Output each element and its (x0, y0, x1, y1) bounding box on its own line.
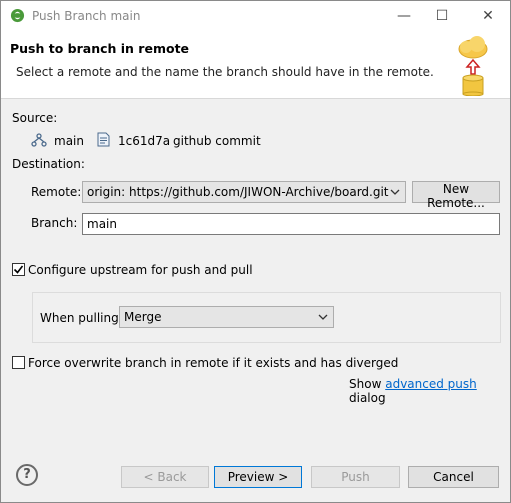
advanced-push-suffix: dialog (349, 391, 386, 405)
force-overwrite-checkbox[interactable] (12, 356, 25, 369)
cancel-button[interactable]: Cancel (408, 466, 499, 488)
commit-id: 1c61d7a (118, 134, 171, 148)
help-icon[interactable]: ? (16, 464, 38, 486)
commit-message: github commit (173, 134, 261, 148)
checkmark-icon (13, 265, 24, 274)
eclipse-icon (10, 8, 25, 23)
minimize-button[interactable]: — (393, 7, 415, 25)
when-pulling-label: When pulling: (40, 311, 123, 325)
configure-upstream-label: Configure upstream for push and pull (28, 263, 253, 277)
branch-label: Branch: (31, 216, 78, 230)
wizard-header: Push to branch in remote Select a remote… (1, 31, 510, 99)
cloud-push-icon (458, 36, 488, 96)
push-branch-dialog: Push Branch main — ☐ ✕ Push to branch in… (0, 0, 511, 503)
remote-select-value: origin: https://github.com/JIWON-Archive… (87, 185, 389, 199)
source-branch: main (54, 134, 84, 148)
window-title: Push Branch main (32, 9, 141, 23)
maximize-button[interactable]: ☐ (431, 7, 453, 25)
preview-button[interactable]: Preview > (214, 466, 302, 488)
page-description: Select a remote and the name the branch … (16, 65, 434, 79)
remote-select[interactable]: origin: https://github.com/JIWON-Archive… (82, 181, 406, 203)
destination-label: Destination: (12, 157, 85, 171)
source-label: Source: (12, 111, 58, 125)
new-remote-button[interactable]: New Remote... (412, 181, 500, 210)
push-button[interactable]: Push (311, 466, 400, 488)
force-overwrite-label: Force overwrite branch in remote if it e… (28, 356, 399, 370)
branch-icon (31, 133, 47, 147)
branch-input[interactable]: main (82, 213, 500, 235)
back-button[interactable]: < Back (121, 466, 209, 488)
page-title: Push to branch in remote (10, 41, 190, 56)
remote-label: Remote: (31, 185, 82, 199)
when-pulling-select[interactable]: Merge (119, 306, 334, 328)
configure-upstream-checkbox[interactable] (12, 263, 25, 276)
chevron-down-icon (318, 314, 328, 320)
chevron-down-icon (390, 189, 400, 195)
when-pulling-value: Merge (124, 310, 162, 324)
advanced-push-link[interactable]: advanced push (385, 377, 477, 391)
close-button[interactable]: ✕ (477, 7, 499, 25)
commit-icon (97, 132, 110, 147)
advanced-push-prefix: Show (349, 377, 382, 391)
advanced-push-text: Show advanced push dialog (349, 377, 510, 405)
title-bar: Push Branch main — ☐ ✕ (1, 1, 510, 31)
